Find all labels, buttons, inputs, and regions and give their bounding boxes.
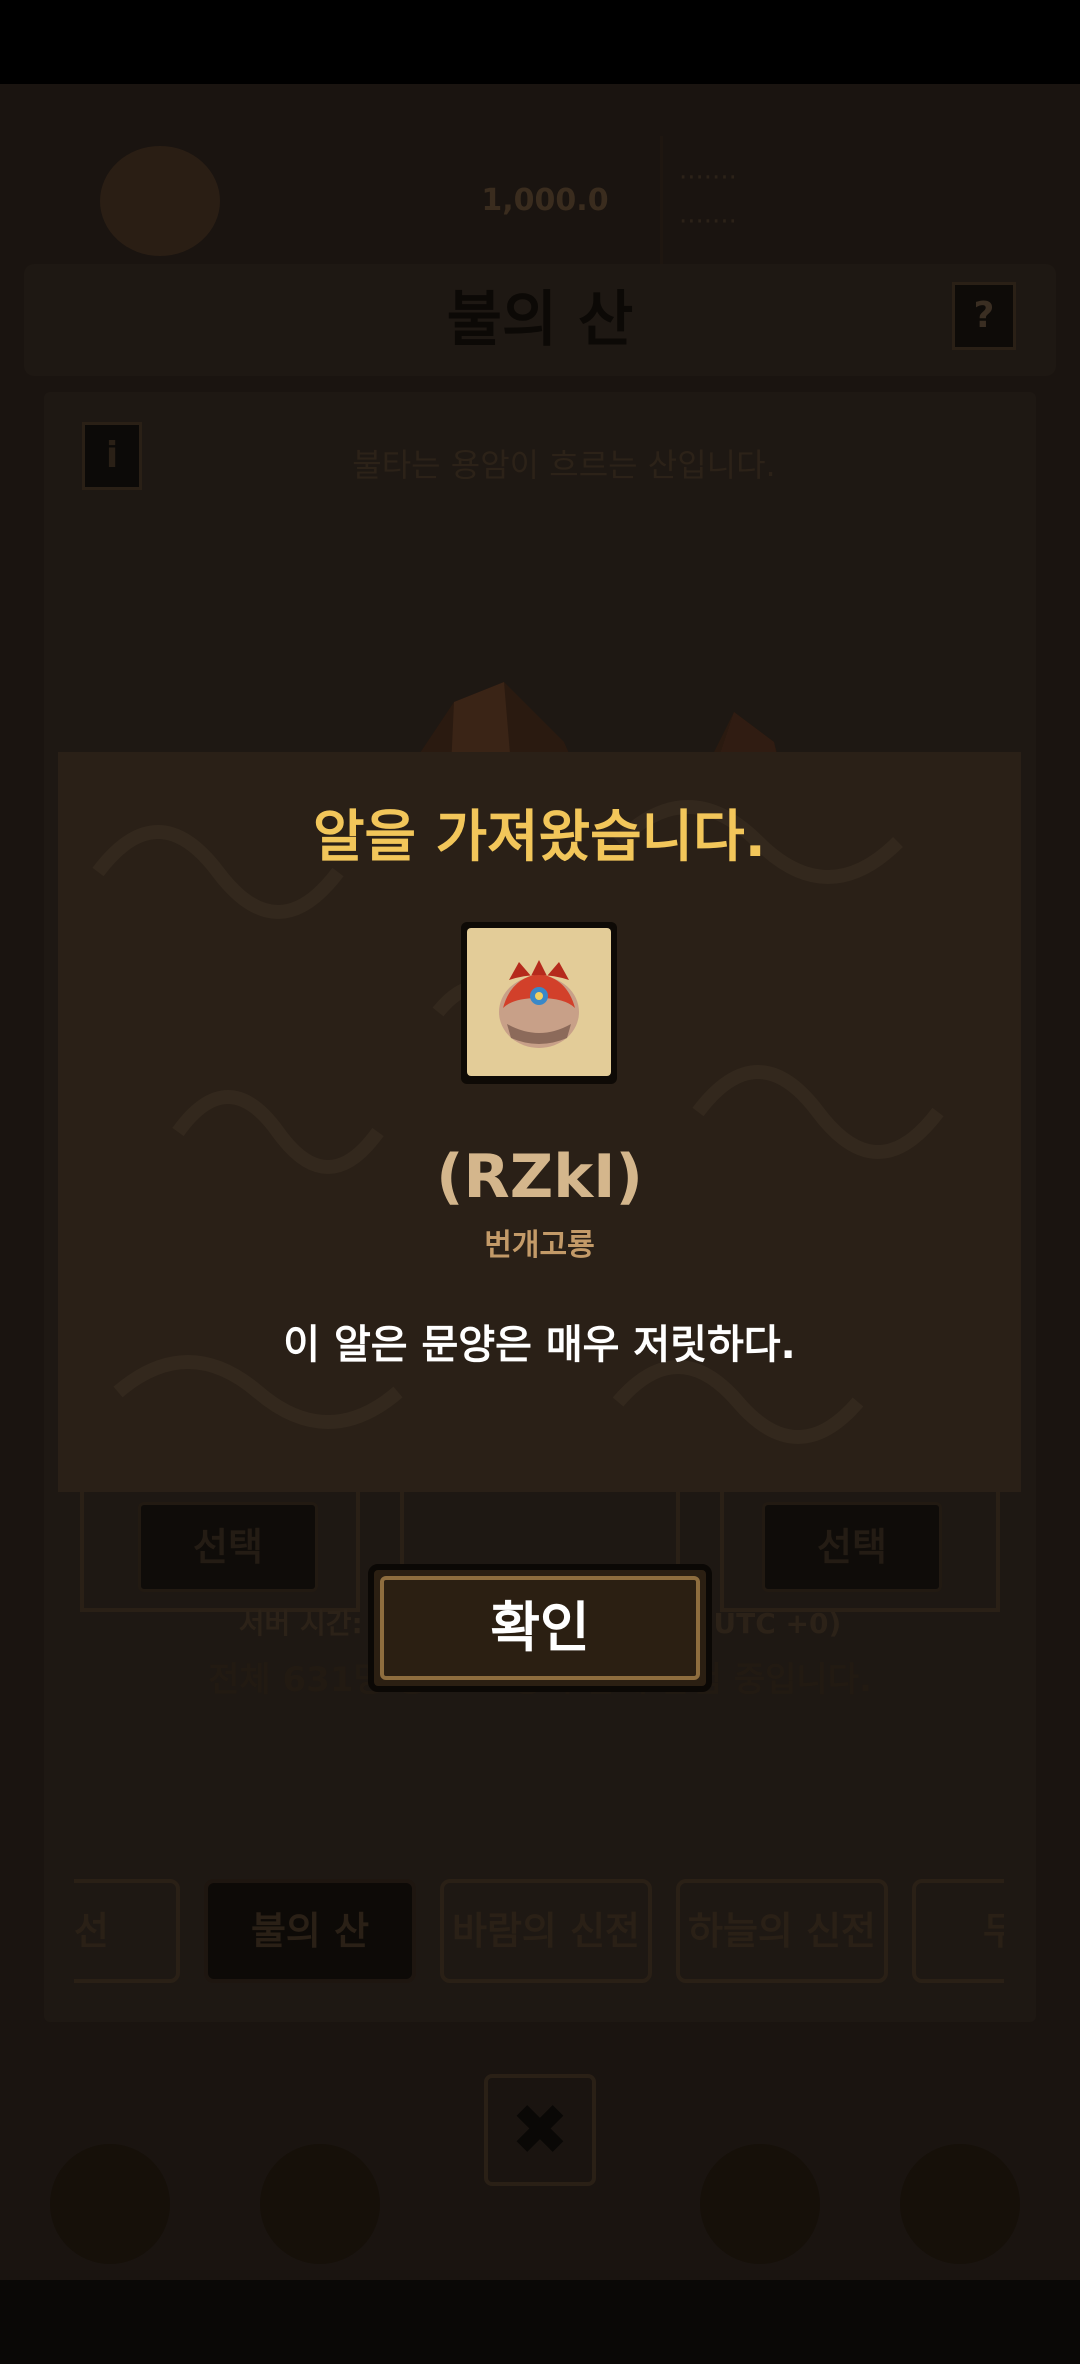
tab-wind-temple[interactable]: 바람의 신전 [440, 1879, 652, 1983]
player-info-line: ······· [679, 207, 737, 237]
tab-area-prev[interactable]: 마선 [74, 1879, 180, 1983]
nav-icon [260, 2144, 380, 2264]
area-tabs: 마선 불의 산 바람의 신전 하늘의 신전 무지 [74, 1879, 1004, 1987]
tab-fire-mountain[interactable]: 불의 산 [204, 1879, 416, 1983]
player-info-box: ······· ······· [660, 136, 1060, 266]
select-button-left[interactable]: 선택 [138, 1502, 318, 1592]
top-bar: 1,000.0 ······· ······· [20, 136, 1060, 266]
egg-card-background [467, 928, 611, 1076]
player-info-line: ······· [679, 163, 737, 193]
nav-icon [700, 2144, 820, 2264]
nav-item[interactable] [680, 2144, 840, 2344]
tab-sky-temple[interactable]: 하늘의 신전 [676, 1879, 888, 1983]
nav-item[interactable] [30, 2144, 190, 2344]
dialog-title: 알을 가져왔습니다. [313, 805, 766, 870]
nav-item[interactable] [880, 2144, 1040, 2344]
status-bar [0, 0, 1080, 84]
gold-display: 1,000.0 [481, 183, 609, 218]
egg-species: 번개고룡 [484, 1228, 595, 1263]
egg-icon [499, 960, 579, 1048]
egg-description: 이 알은 문양은 매우 저릿하다. [283, 1322, 796, 1368]
tab-rainbow[interactable]: 무지 [912, 1879, 1004, 1983]
confirm-button-label: 확인 [380, 1576, 700, 1680]
page-title: 불의 산 [446, 285, 634, 355]
avatar[interactable] [100, 146, 220, 256]
title-bar: 불의 산 ? [24, 264, 1056, 376]
egg-card [461, 922, 617, 1084]
nav-icon [900, 2144, 1020, 2264]
close-button[interactable]: ✖ [484, 2074, 596, 2186]
help-button[interactable]: ? [952, 282, 1016, 350]
egg-result-dialog: 알을 가져왔습니다. (RZkI) 번개고룡 이 알은 문양은 매우 저릿하다. [58, 752, 1021, 1492]
area-description: 불타는 용암이 흐르는 산입니다. [352, 446, 776, 484]
info-icon[interactable]: i [82, 422, 142, 490]
egg-name: (RZkI) [436, 1142, 643, 1212]
select-button-right[interactable]: 선택 [762, 1502, 942, 1592]
confirm-button[interactable]: 확인 [368, 1564, 712, 1692]
nav-icon [50, 2144, 170, 2264]
nav-item[interactable] [240, 2144, 400, 2344]
